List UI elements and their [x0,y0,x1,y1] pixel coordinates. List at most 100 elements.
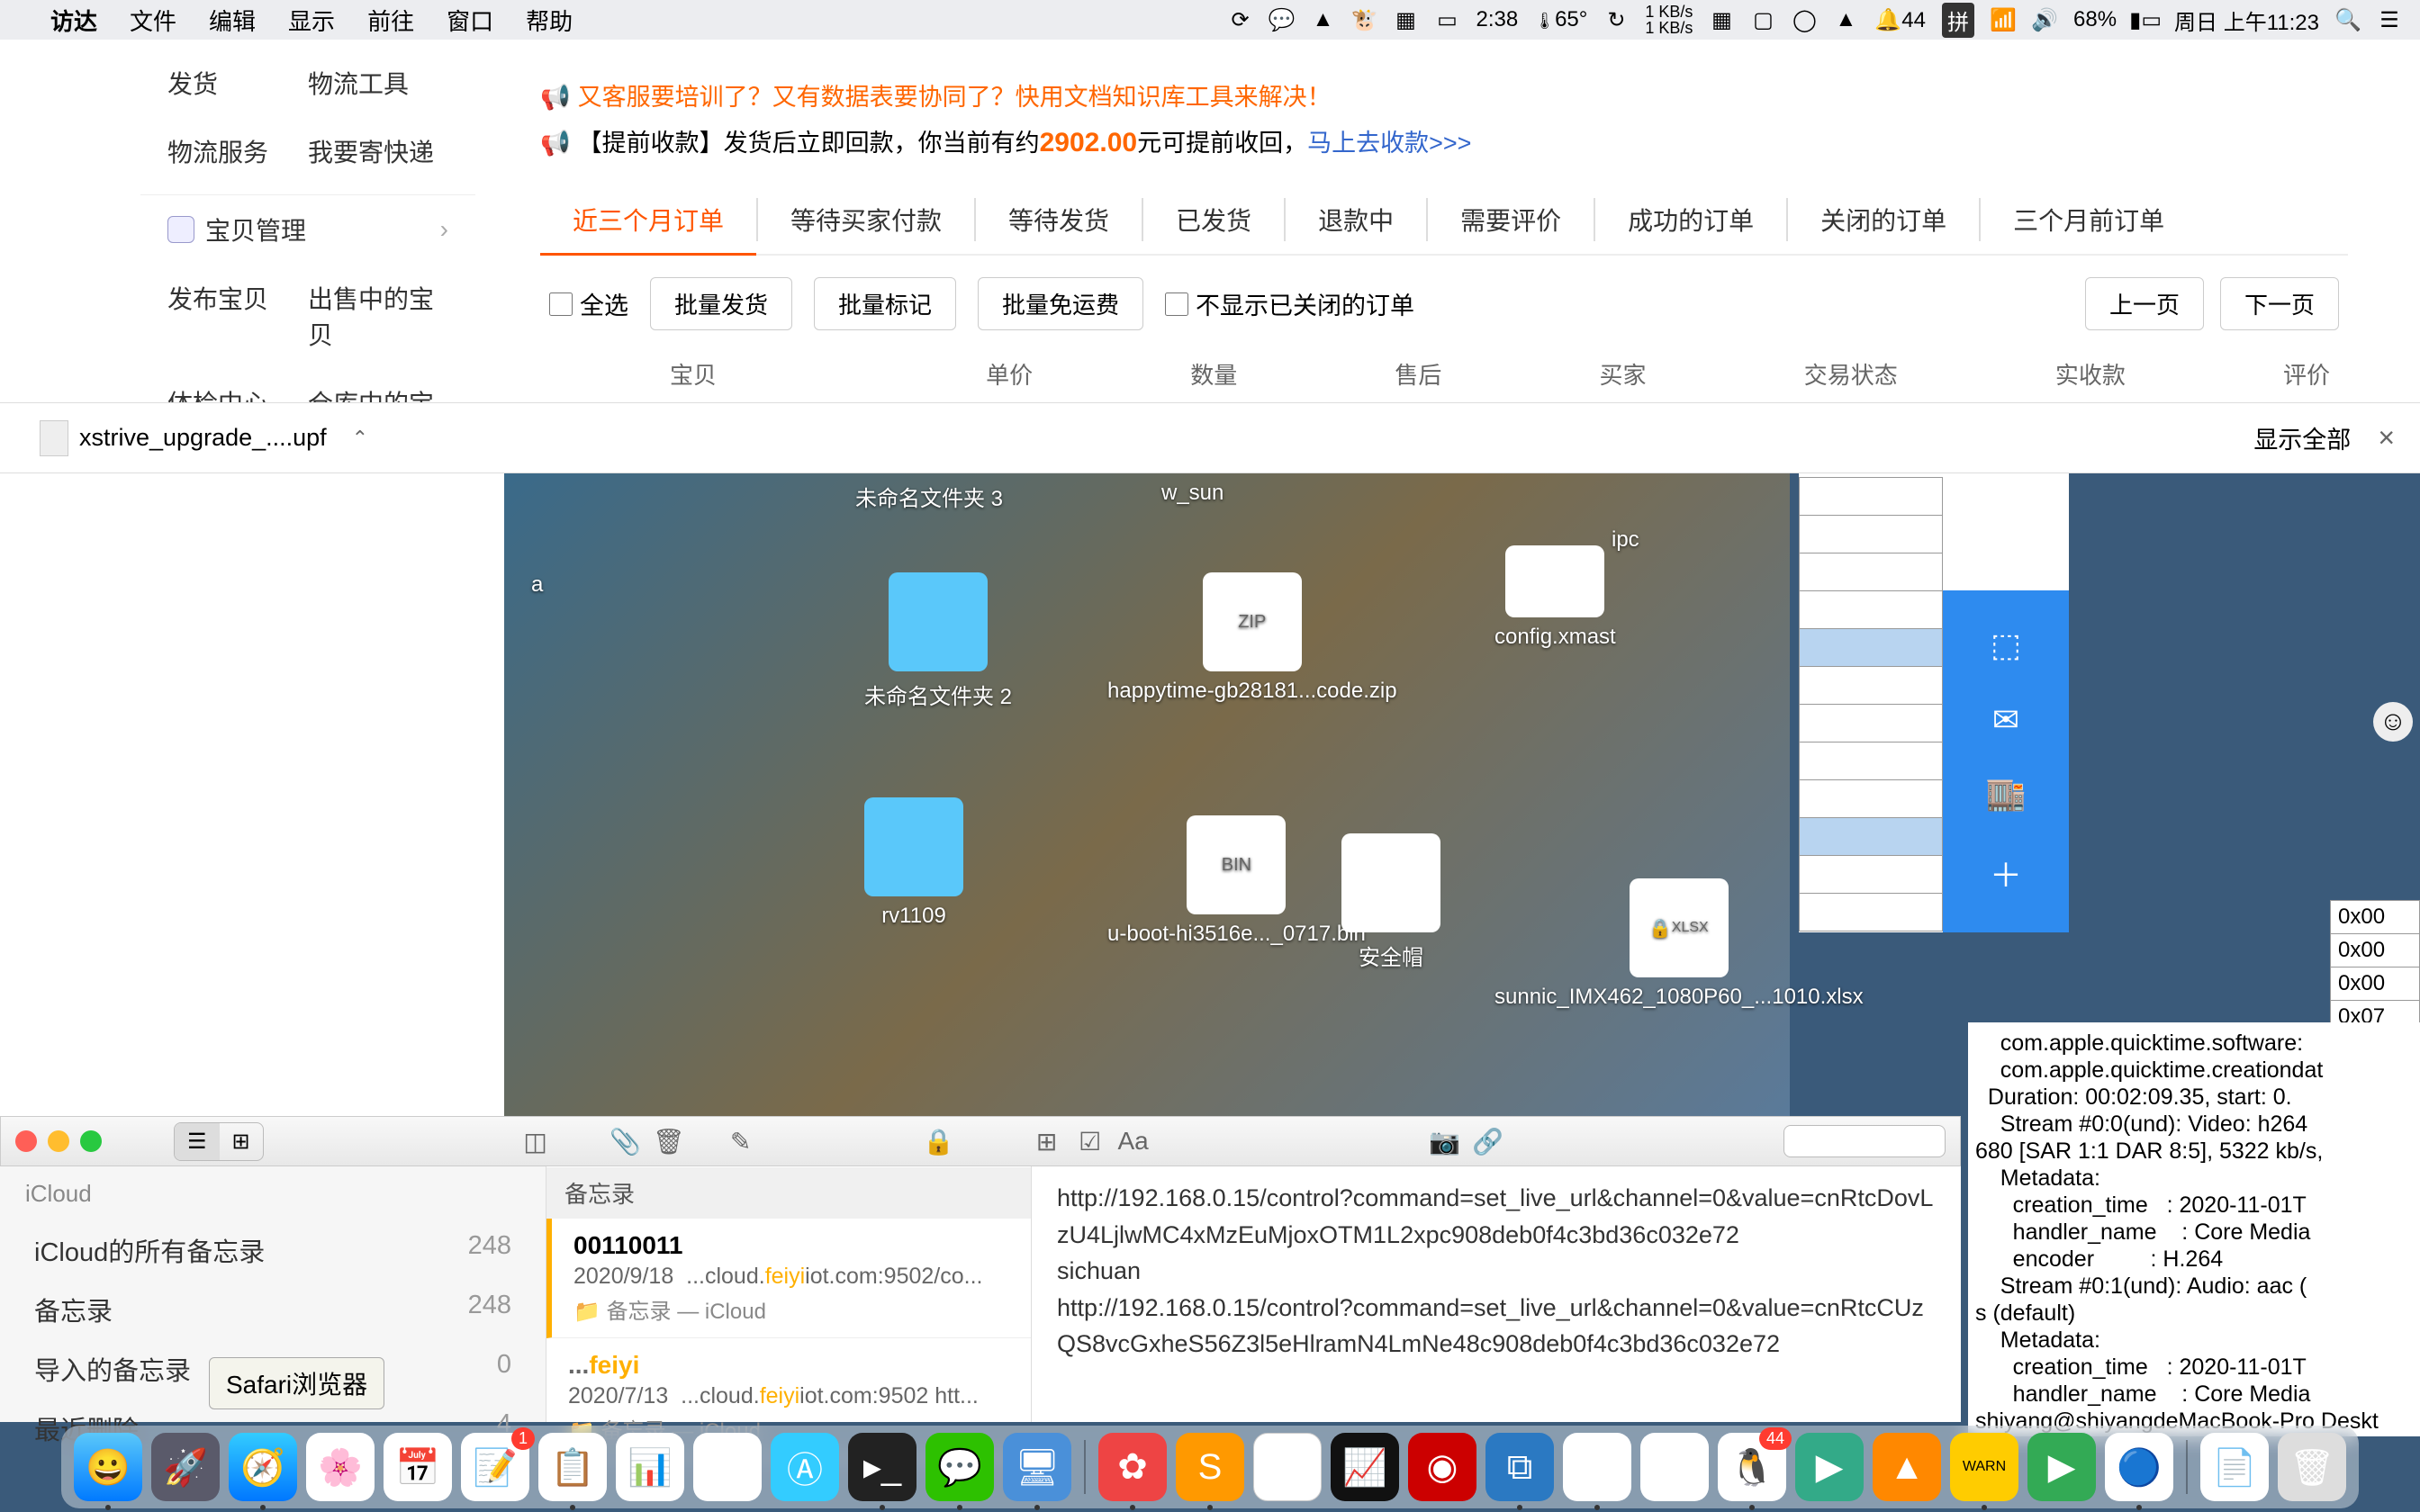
dock-qq[interactable]: 🐧44 [1718,1433,1786,1501]
dock-wechat[interactable]: 💬 [926,1433,994,1501]
mountain-icon[interactable]: ▲ [1833,7,1858,32]
tab-recent[interactable]: 近三个月订单 [540,185,756,254]
zoom-window[interactable] [80,1130,102,1152]
minimize-window[interactable] [48,1130,69,1152]
attachments-icon[interactable]: 📎 [610,1125,642,1157]
dock-app3[interactable]: ∞ [1640,1433,1709,1501]
notes-folder[interactable]: iCloud的所有备忘录248 [0,1220,546,1280]
view-mode-switcher[interactable]: ☰⊞ [174,1122,264,1161]
desktop-label[interactable]: w_sun [1161,481,1224,505]
cow-icon[interactable]: 🐮 [1352,7,1377,32]
dock-reminders[interactable]: 1📝 [461,1433,529,1501]
note-card[interactable]: 00110011 2020/9/18 ...cloud.feiyiiot.com… [546,1219,1031,1338]
search-input[interactable] [1783,1125,1946,1157]
dock-terminal[interactable]: ▸_ [848,1433,917,1501]
app-name[interactable]: 访达 [50,4,97,37]
dock-preview[interactable]: 🖼 [1563,1433,1631,1501]
dock-notes[interactable]: 📋 [538,1433,607,1501]
chevron-up-icon[interactable]: ⌃ [352,427,368,450]
compose-icon[interactable]: ✎ [725,1125,757,1157]
desktop-file[interactable]: BINu-boot-hi3516e..._0717.bin [1107,815,1366,947]
banner-1[interactable]: 📢又客服要培训了？又有数据表要协同了？快用文档知识库工具来解决！ [540,77,2348,112]
shield-icon[interactable]: ◯ [1792,7,1817,32]
netspeed[interactable]: 1 KB/s1 KB/s [1645,4,1693,36]
tab-waitship[interactable]: 等待发货 [976,185,1142,254]
checklist-icon[interactable]: ☑ [1074,1125,1106,1157]
collect-link[interactable]: 马上去收款>>> [1307,130,1471,157]
menubar-time-left[interactable]: 2:38 [1476,7,1519,32]
photo-icon[interactable]: 📷 [1429,1125,1461,1157]
sidebar-item[interactable]: 发布宝贝 [167,280,308,352]
battery-percent[interactable]: 68% [2073,7,2117,32]
terminal[interactable]: com.apple.quicktime.software: com.apple.… [1968,1022,2420,1436]
battery-small-icon[interactable]: ▭ [1435,7,1460,32]
desktop-file[interactable]: config.xmast [1494,545,1616,650]
dock-finder[interactable]: 😀 [74,1433,142,1501]
link-icon[interactable]: 🔗 [1472,1125,1504,1157]
lock-icon[interactable]: 🔒 [923,1125,955,1157]
menubar-temp[interactable]: 🌡65° [1534,7,1587,32]
dock-app4[interactable]: ▶ [1795,1433,1864,1501]
desktop-folder[interactable]: rv1109 [864,797,963,929]
vlc-icon[interactable]: ▲ [1311,7,1336,32]
tab-review[interactable]: 需要评价 [1428,185,1594,254]
next-button[interactable]: 下一页 [2220,277,2339,330]
desktop-label[interactable]: ipc [1612,527,1639,552]
updates-icon[interactable]: ⟳ [1228,7,1253,32]
tab-success[interactable]: 成功的订单 [1595,185,1786,254]
dock-keynote[interactable]: 📽 [693,1433,762,1501]
dock-app5[interactable]: ▶ [2027,1433,2096,1501]
format-icon[interactable]: Aa [1117,1125,1150,1157]
plus-icon[interactable]: ＋ [1990,850,2022,896]
desktop-folder[interactable]: 未命名文件夹 2 [864,572,1012,710]
sidebar-item[interactable]: 发货 [167,65,308,101]
menu-window[interactable]: 窗口 [447,4,493,37]
desktop-label[interactable]: 未命名文件夹 3 [855,487,1003,511]
store-icon[interactable]: 🏬 [1986,775,2027,813]
table-icon[interactable]: ⊞ [1031,1125,1063,1157]
sidebar-item[interactable]: 物流服务 [167,133,308,169]
show-all-downloads[interactable]: 显示全部 [2253,420,2351,455]
sidebar-item[interactable]: 我要寄快递 [308,133,448,169]
dock-vlc[interactable]: ▲ [1873,1433,1941,1501]
desktop[interactable]: 未命名文件夹 3 w_sun a 未命名文件夹 2 ZIPhappytime-g… [504,473,1790,1116]
flag-icon[interactable]: ▦ [1394,7,1419,32]
dock-doc[interactable]: 📄 [2200,1433,2269,1501]
desktop-file[interactable]: ZIPhappytime-gb28181...code.zip [1107,572,1397,704]
desktop-file[interactable]: 安全帽 [1341,833,1440,971]
tab-shipped[interactable]: 已发货 [1143,185,1284,254]
sidebar-toggle-icon[interactable]: ◫ [519,1125,552,1157]
dock-app2[interactable]: ◉ [1408,1433,1476,1501]
emoji-button[interactable]: ☺ [2373,702,2413,742]
batch-ship-button[interactable]: 批量发货 [650,277,792,330]
menu-go[interactable]: 前往 [367,4,414,37]
mail-icon[interactable]: ✉ [1992,701,2019,739]
dock-vscode[interactable]: ⧉ [1485,1433,1554,1501]
volume-icon[interactable]: 🔊 [2032,7,2057,32]
dock-launchpad[interactable]: 🚀 [151,1433,220,1501]
dock-photos[interactable]: 🌸 [306,1433,375,1501]
sidebar-item[interactable]: 出售中的宝贝 [308,280,448,352]
sync-icon[interactable]: ↻ [1603,7,1629,32]
dock-safari[interactable]: 🧭 [229,1433,297,1501]
download-chip[interactable]: xstrive_upgrade_....upf ⌃ [25,413,383,464]
trash-icon[interactable]: 🗑 [653,1125,685,1157]
menu-edit[interactable]: 编辑 [209,4,256,37]
sidebar-section[interactable]: 宝贝管理› [140,194,475,264]
close-icon[interactable]: × [2378,421,2395,454]
dock-activity[interactable]: 📈 [1331,1433,1399,1501]
close-window[interactable] [15,1130,37,1152]
cast-icon[interactable]: ▢ [1750,7,1775,32]
dock-numbers[interactable]: 📊 [616,1433,684,1501]
menubar-clock[interactable]: 周日 上午11:23 [2174,4,2319,36]
tab-refund[interactable]: 退款中 [1286,185,1426,254]
menu-view[interactable]: 显示 [288,4,335,37]
dock-trash[interactable]: 🗑 [2278,1433,2346,1501]
dock-sublime[interactable]: S [1176,1433,1244,1501]
cube-icon[interactable]: ⬚ [1991,626,2021,664]
select-all[interactable]: 全选 [549,286,628,321]
batch-freeship-button[interactable]: 批量免运费 [978,277,1143,330]
dock-remote[interactable]: 🖥 [1003,1433,1071,1501]
menu-help[interactable]: 帮助 [526,4,573,37]
hide-closed[interactable]: 不显示已关闭的订单 [1165,286,1414,321]
